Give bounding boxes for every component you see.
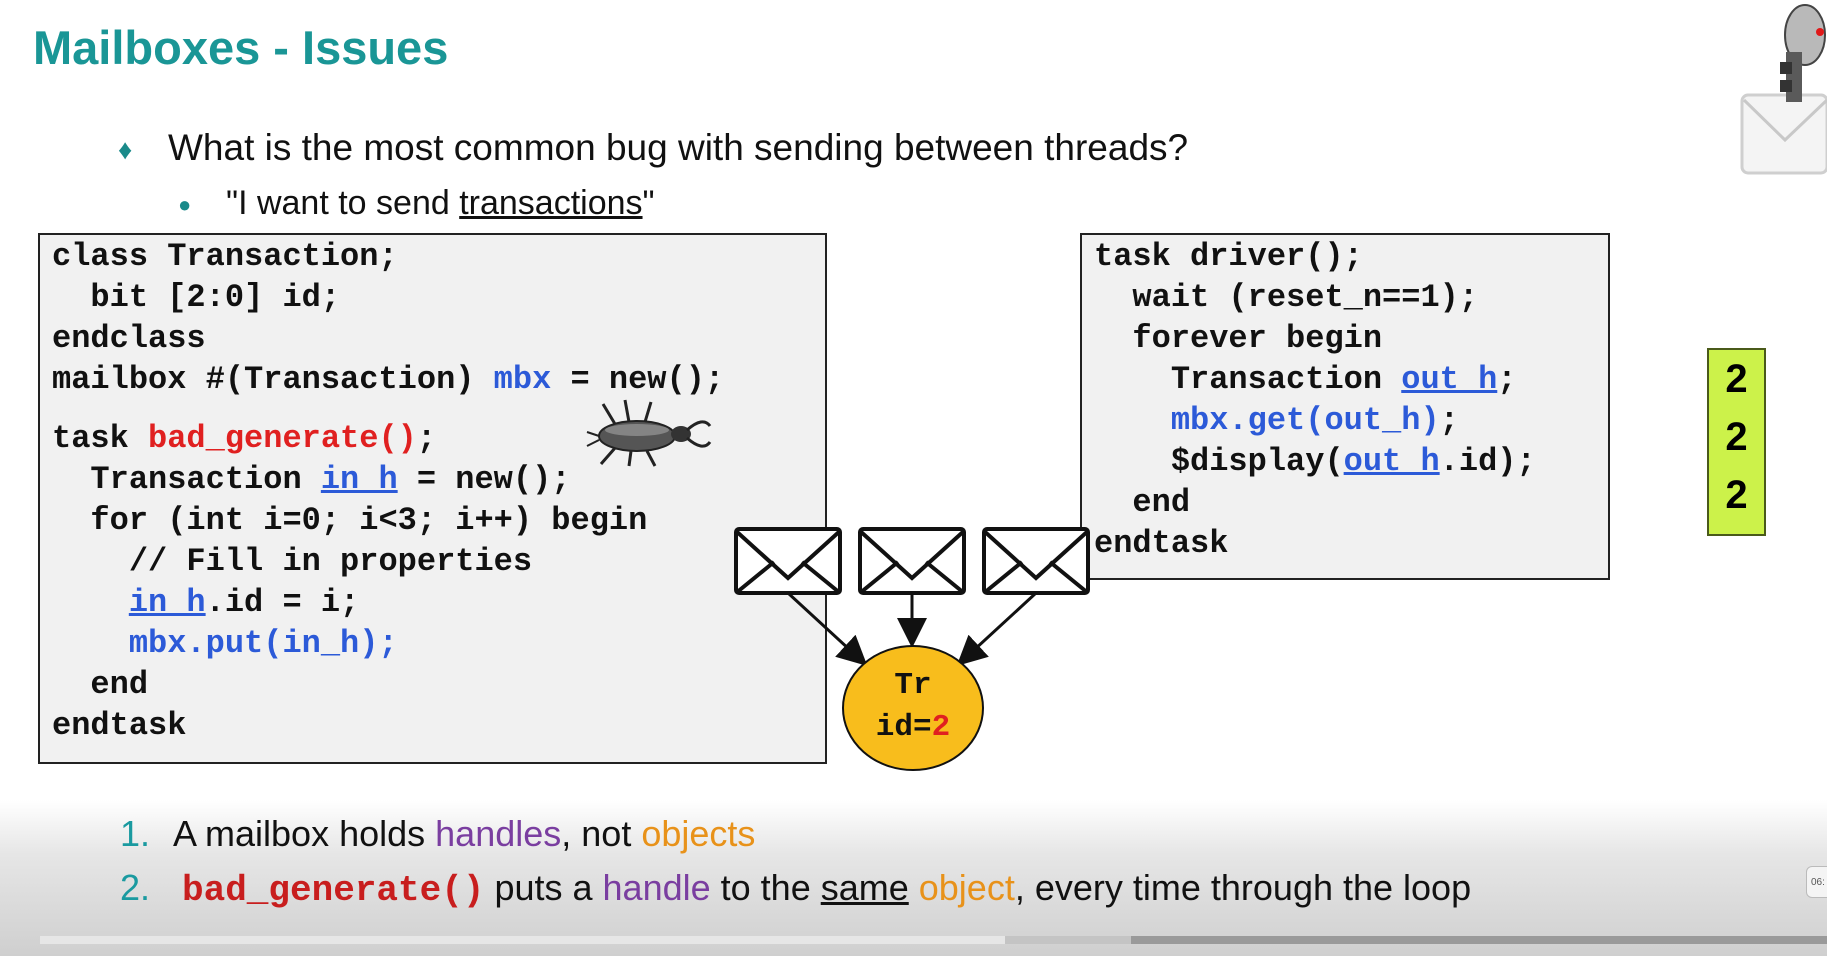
code-mbx-get: mbx.get(out_h): [1170, 402, 1440, 439]
code-text: ;: [1439, 402, 1459, 439]
code-line: forever begin: [1094, 320, 1383, 357]
time-tooltip: 06:: [1806, 866, 1827, 898]
point-text: puts a: [484, 867, 603, 908]
point-same: same: [820, 867, 909, 908]
code-line: bit [2:0] id;: [52, 279, 341, 316]
code-out-h: out_h: [1401, 361, 1498, 398]
point-two: bad_generate() puts a handle to the same…: [182, 867, 1471, 911]
driver-code-box: task driver(); wait (reset_n==1); foreve…: [1080, 233, 1610, 580]
output-value: 2: [1725, 357, 1748, 401]
code-line: wait (reset_n==1);: [1094, 279, 1479, 316]
point-text: , not: [561, 813, 642, 854]
code-line: end: [1094, 484, 1191, 521]
code-in-h: in_h: [128, 584, 206, 621]
quote-link: transactions: [459, 184, 643, 222]
output-display: 2 2 2: [1707, 348, 1766, 536]
object-id-value: 2: [931, 710, 951, 745]
code-line: for (int i=0; i<3; i++) begin: [52, 502, 648, 539]
object-id-label: id=: [875, 710, 932, 745]
code-out-h: out_h: [1343, 443, 1440, 480]
point-handle: handle: [602, 867, 711, 908]
code-line: endclass: [52, 320, 206, 357]
point-text: A mailbox holds: [173, 813, 436, 854]
bullet-question: What is the most common bug with sending…: [168, 127, 1189, 168]
code-line: mbx.get(out_h);: [1094, 402, 1459, 439]
code-text: mailbox #(Transaction): [52, 361, 494, 398]
point-number: 2.: [120, 867, 151, 908]
handle-arrow: [786, 591, 868, 667]
code-mbx-put: mbx.put(in_h);: [128, 625, 398, 662]
code-text: ;: [416, 420, 437, 457]
progress-fill[interactable]: [40, 936, 1005, 944]
dot-bullet-icon: ●: [178, 192, 192, 217]
point-handles: handles: [435, 813, 562, 854]
envelope-icon: [858, 527, 966, 595]
envelope-icon: [734, 527, 842, 595]
quote-post: ": [642, 184, 655, 222]
code-line: endtask: [52, 707, 187, 744]
code-text: .id);: [1439, 443, 1536, 480]
point-object: object: [918, 867, 1015, 908]
object-label-id: id=2: [860, 710, 966, 745]
code-bad-generate: bad_generate(): [148, 420, 417, 457]
code-line: end: [52, 666, 149, 703]
bug-icon: [586, 399, 712, 467]
code-line: Transaction out_h;: [1094, 361, 1517, 398]
code-line: in_h.id = i;: [52, 584, 359, 621]
code-line: endtask: [1094, 525, 1229, 562]
diamond-bullet-icon: ♦: [118, 134, 133, 165]
bullet-quote: "I want to send transactions": [226, 184, 655, 223]
code-text: .id = i;: [205, 584, 360, 621]
code-text: Transaction: [1094, 361, 1402, 398]
slide-title: Mailboxes - Issues: [33, 21, 449, 74]
point-objects: objects: [641, 813, 756, 854]
point-text: , every time through the loop: [1014, 867, 1472, 908]
point-text: to the: [710, 867, 821, 908]
handle-arrow: [956, 591, 1038, 667]
code-mbx: mbx: [493, 361, 552, 398]
code-line: class Transaction;: [52, 238, 398, 275]
robot-mail-icon: [1740, 4, 1827, 175]
code-line: // Fill in properties: [52, 543, 533, 580]
code-line: mbx.put(in_h);: [52, 625, 398, 662]
code-line: $display(out_h.id);: [1094, 443, 1536, 480]
code-text: = new();: [397, 461, 571, 498]
code-in-h: in_h: [320, 461, 398, 498]
code-line: Transaction in_h = new();: [52, 461, 570, 498]
progress-buffer: [1005, 936, 1131, 944]
code-line: mailbox #(Transaction) mbx = new();: [52, 361, 724, 398]
quote-pre: "I want to send: [226, 184, 460, 222]
output-value: 2: [1725, 415, 1748, 459]
point-number: 1.: [120, 813, 151, 854]
point-one: A mailbox holds handles, not objects: [173, 813, 755, 855]
code-line: task bad_generate();: [52, 420, 436, 457]
code-text: ;: [1497, 361, 1517, 398]
code-text: $display(: [1094, 443, 1344, 480]
transaction-object: [842, 645, 984, 771]
point-bad-generate: bad_generate(): [182, 870, 485, 911]
code-text: task: [52, 420, 149, 457]
point-text: [909, 867, 919, 908]
code-text: Transaction: [52, 461, 321, 498]
envelope-icon: [982, 527, 1090, 595]
code-line: task driver();: [1094, 238, 1363, 275]
object-label-name: Tr: [894, 668, 932, 703]
generator-code-box: class Transaction; bit [2:0] id; endclas…: [38, 233, 827, 764]
output-value: 2: [1725, 473, 1748, 517]
code-text: = new();: [551, 361, 725, 398]
